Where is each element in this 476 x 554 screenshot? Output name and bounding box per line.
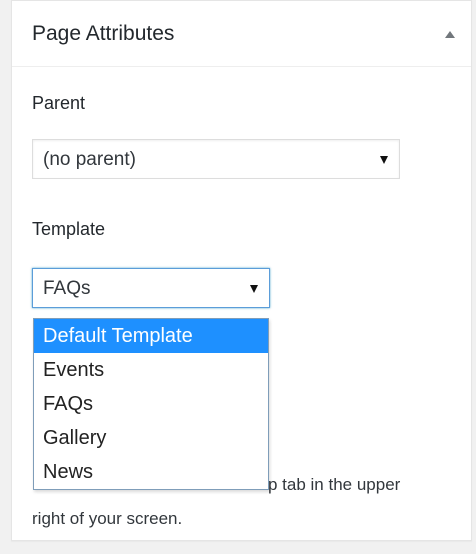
template-option-news[interactable]: News [34, 455, 268, 489]
parent-select-value: (no parent) [43, 149, 136, 170]
template-select-value: FAQs [43, 278, 91, 299]
panel-title: Page Attributes [32, 22, 175, 45]
template-option-events[interactable]: Events [34, 353, 268, 387]
panel-header: Page Attributes [12, 1, 471, 67]
template-select[interactable]: FAQs [32, 268, 270, 308]
parent-label: Parent [32, 93, 86, 113]
template-label: Template [32, 219, 106, 239]
template-option-faqs[interactable]: FAQs [34, 387, 268, 421]
template-option-gallery[interactable]: Gallery [34, 421, 268, 455]
help-text-line2: right of your screen. [32, 509, 183, 528]
template-option-default-template[interactable]: Default Template [34, 319, 268, 353]
triangle-up-icon [445, 31, 455, 38]
parent-select[interactable]: (no parent) [32, 139, 400, 179]
chevron-down-icon [380, 156, 388, 164]
panel-toggle-button[interactable] [436, 20, 464, 48]
template-dropdown-list[interactable]: Default Template Events FAQs Gallery New… [33, 318, 269, 490]
chevron-down-icon [250, 285, 258, 293]
